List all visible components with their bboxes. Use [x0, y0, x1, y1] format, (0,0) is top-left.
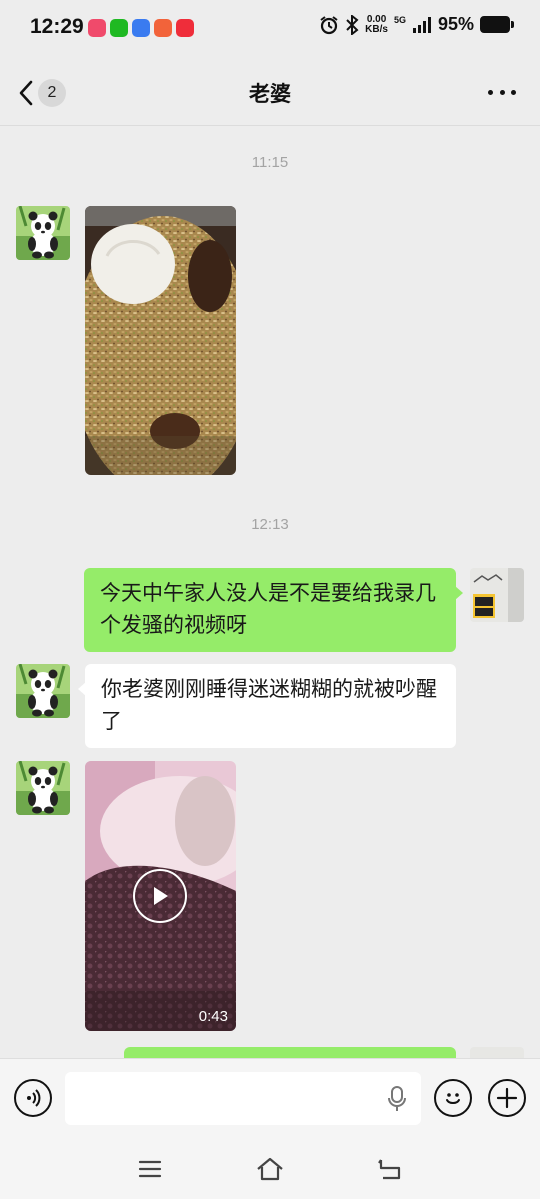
notification-icons [88, 19, 194, 37]
contact-avatar[interactable] [16, 664, 70, 718]
emoji-button[interactable] [434, 1079, 472, 1117]
chevron-left-icon [19, 80, 33, 106]
alarm-icon [320, 15, 338, 34]
play-icon [154, 887, 168, 905]
back-button[interactable]: 2 [18, 78, 74, 108]
sent-message-bubble[interactable]: 今天中午家人没人是不是要给我录几个发骚的视频呀 [84, 568, 463, 652]
panda-avatar-icon [16, 664, 70, 718]
home-icon [257, 1157, 283, 1181]
voice-wave-icon [27, 1089, 41, 1107]
food-photo-icon [85, 206, 236, 475]
app-notification-icon [132, 19, 150, 37]
more-dot [488, 89, 493, 95]
video-app-notification-icon [176, 19, 194, 37]
contact-avatar[interactable] [16, 206, 70, 260]
contact-avatar[interactable] [16, 761, 70, 815]
image-message[interactable] [85, 206, 236, 475]
smiley-icon [446, 1093, 460, 1104]
network-speed-unit: KB/s [365, 23, 388, 35]
plus-icon [496, 1087, 518, 1109]
bluetooth-icon [346, 14, 359, 35]
my-avatar[interactable] [470, 568, 524, 622]
wechat-notification-icon [110, 19, 128, 37]
system-navigation-bar [0, 1140, 540, 1199]
signal-icon [412, 16, 431, 33]
message-input-bar [0, 1058, 540, 1140]
panda-avatar-icon [16, 761, 70, 815]
status-time: 12:29 [30, 15, 84, 38]
store-sign-avatar-icon [470, 568, 524, 622]
message-text-field[interactable] [65, 1072, 421, 1125]
microphone-icon[interactable] [386, 1085, 408, 1113]
message-text: 今天中午家人没人是不是要给我录几个发骚的视频呀 [100, 582, 436, 637]
more-dot [511, 89, 516, 95]
more-options-button[interactable] [488, 80, 516, 104]
app-notification-icon [154, 19, 172, 37]
play-button[interactable] [133, 869, 187, 923]
voice-input-button[interactable] [14, 1079, 52, 1117]
message-timestamp: 12:13 [251, 516, 289, 533]
back-arrow-icon [378, 1159, 401, 1180]
video-duration: 0:43 [198, 1008, 228, 1025]
panda-avatar-icon [16, 206, 70, 260]
recent-apps-button[interactable] [135, 1154, 165, 1184]
network-type: 5G [393, 14, 406, 25]
unread-count-badge: 2 [38, 79, 66, 107]
battery-icon [480, 16, 514, 33]
battery-percent: 95% [437, 14, 474, 34]
app-notification-icon [88, 19, 106, 37]
more-dot [499, 89, 505, 95]
more-functions-button[interactable] [488, 1079, 526, 1117]
message-text: 你老婆刚刚睡得迷迷糊糊的就被吵醒了 [101, 678, 437, 733]
back-nav-button[interactable] [375, 1154, 405, 1184]
home-button[interactable] [255, 1154, 285, 1184]
chat-title: 老婆 [249, 83, 291, 106]
network-speed-value: 0.00 [366, 13, 387, 25]
network-speed: 0.00 KB/s [365, 13, 388, 35]
video-message[interactable]: 0:43 [85, 761, 236, 1031]
chat-header: 2 老婆 [0, 58, 540, 126]
status-bar: 12:29 0.00 KB/s 5G 95% [0, 0, 540, 58]
menu-icon [138, 1160, 162, 1178]
received-message-bubble[interactable]: 你老婆刚刚睡得迷迷糊糊的就被吵醒了 [78, 664, 456, 748]
message-timestamp: 11:15 [251, 154, 289, 171]
